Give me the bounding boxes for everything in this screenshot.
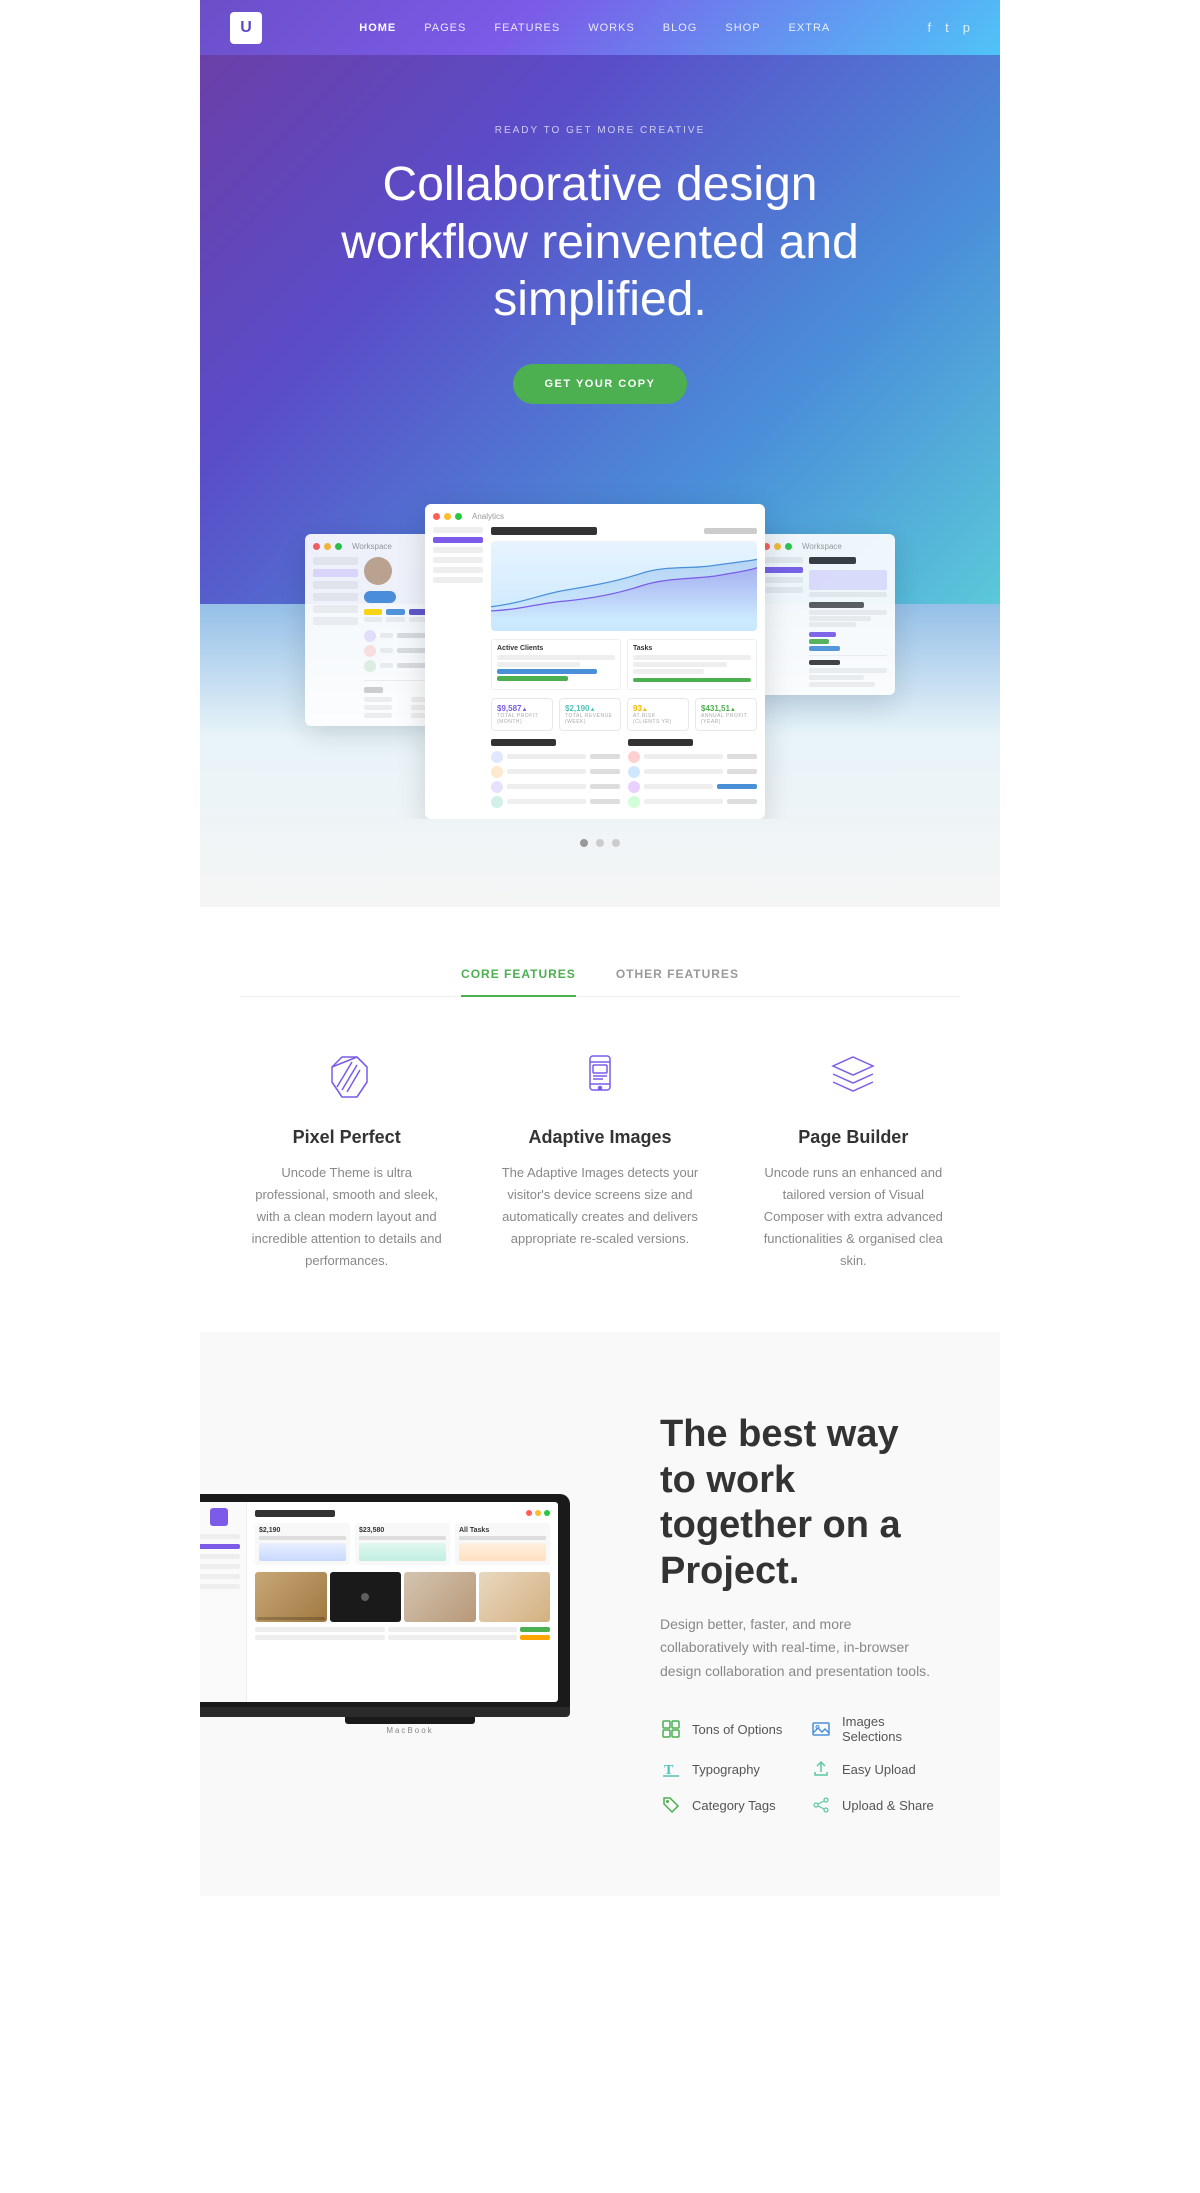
feature-label-upload-share: Upload & Share bbox=[842, 1798, 934, 1813]
upload-share-icon bbox=[810, 1794, 832, 1816]
feature-page-builder: Page Builder Uncode runs an enhanced and… bbox=[747, 1047, 960, 1272]
carousel-dot-2[interactable] bbox=[596, 839, 604, 847]
nav-link-works[interactable]: WORKS bbox=[588, 22, 635, 34]
laptop-section-desc: Design better, faster, and more collabor… bbox=[660, 1613, 940, 1684]
feature-label-category: Category Tags bbox=[692, 1798, 776, 1813]
nav-logo: U bbox=[230, 12, 262, 44]
adaptive-images-icon bbox=[570, 1047, 630, 1107]
carousel-dots bbox=[200, 819, 1000, 867]
tons-of-options-icon bbox=[660, 1718, 682, 1740]
screenshot-analytics: Analytics bbox=[425, 504, 765, 819]
screenshot-profile: Workspace bbox=[305, 534, 435, 726]
navigation: U HOME PAGES FEATURES WORKS BLOG SHOP EX… bbox=[200, 0, 1000, 55]
nav-link-extra[interactable]: EXTRA bbox=[789, 22, 831, 34]
carousel-dot-3[interactable] bbox=[612, 839, 620, 847]
hero-headline: Collaborative design workflow reinvented… bbox=[290, 156, 910, 329]
features-section: CORE FEATURES OTHER FEATURES Pixel Perfe… bbox=[200, 907, 1000, 1332]
twitter-icon[interactable]: t bbox=[945, 20, 949, 35]
feature-pixel-perfect: Pixel Perfect Uncode Theme is ultra prof… bbox=[240, 1047, 453, 1272]
laptop-brand-label: MacBook bbox=[200, 1726, 620, 1735]
feature-label-typography: Typography bbox=[692, 1762, 760, 1777]
tab-core-features[interactable]: CORE FEATURES bbox=[461, 957, 576, 997]
feature-desc-2: The Adaptive Images detects your visitor… bbox=[500, 1162, 700, 1250]
feature-list-item-images: Images Selections bbox=[810, 1714, 940, 1744]
tab-other-features[interactable]: OTHER FEATURES bbox=[616, 957, 739, 997]
hero-cta-button[interactable]: GET YOUR COPY bbox=[513, 364, 688, 404]
features-list: Tons of Options Images Selections T bbox=[660, 1714, 940, 1816]
typography-icon: T bbox=[660, 1758, 682, 1780]
screenshot-project: Workspace bbox=[755, 534, 895, 695]
laptop-mockup: $2,190 $23,580 All T bbox=[200, 1494, 620, 1735]
screenshots-wrapper: Workspace bbox=[200, 484, 1000, 819]
laptop-section: $2,190 $23,580 All T bbox=[200, 1332, 1000, 1896]
nav-links: HOME PAGES FEATURES WORKS BLOG SHOP EXTR… bbox=[359, 22, 830, 34]
facebook-icon[interactable]: f bbox=[928, 20, 932, 35]
feature-label-easy-upload: Easy Upload bbox=[842, 1762, 916, 1777]
feature-label-tons: Tons of Options bbox=[692, 1722, 782, 1737]
feature-list-item-typography: T Typography bbox=[660, 1758, 790, 1780]
nav-link-features[interactable]: FEATURES bbox=[494, 22, 560, 34]
hero-tag: READY TO GET MORE CREATIVE bbox=[240, 125, 960, 136]
feature-list-item-tons-of-options: Tons of Options bbox=[660, 1714, 790, 1744]
feature-title-2: Adaptive Images bbox=[493, 1127, 706, 1148]
easy-upload-icon bbox=[810, 1758, 832, 1780]
pinterest-icon[interactable]: p bbox=[963, 20, 970, 35]
category-tags-icon bbox=[660, 1794, 682, 1816]
feature-title-3: Page Builder bbox=[747, 1127, 960, 1148]
laptop-text-content: The best way to work together on a Proje… bbox=[620, 1392, 1000, 1836]
page-builder-icon bbox=[823, 1047, 883, 1107]
nav-link-shop[interactable]: SHOP bbox=[725, 22, 760, 34]
nav-link-pages[interactable]: PAGES bbox=[424, 22, 466, 34]
feature-title-1: Pixel Perfect bbox=[240, 1127, 453, 1148]
feature-desc-1: Uncode Theme is ultra professional, smoo… bbox=[247, 1162, 447, 1272]
feature-adaptive: Adaptive Images The Adaptive Images dete… bbox=[493, 1047, 706, 1272]
features-grid: Pixel Perfect Uncode Theme is ultra prof… bbox=[240, 1047, 960, 1272]
features-tabs: CORE FEATURES OTHER FEATURES bbox=[240, 957, 960, 997]
nav-social: f t p bbox=[928, 20, 970, 35]
feature-list-item-easy-upload: Easy Upload bbox=[810, 1758, 940, 1780]
laptop-section-headline: The best way to work together on a Proje… bbox=[660, 1412, 940, 1594]
images-selections-icon bbox=[810, 1718, 832, 1740]
nav-link-blog[interactable]: BLOG bbox=[663, 22, 698, 34]
feature-list-item-category: Category Tags bbox=[660, 1794, 790, 1816]
carousel-dot-1[interactable] bbox=[580, 839, 588, 847]
feature-label-images: Images Selections bbox=[842, 1714, 940, 1744]
pixel-perfect-icon bbox=[317, 1047, 377, 1107]
feature-list-item-upload-share: Upload & Share bbox=[810, 1794, 940, 1816]
screenshots-section: Workspace bbox=[200, 484, 1000, 907]
nav-link-home[interactable]: HOME bbox=[359, 22, 396, 34]
feature-desc-3: Uncode runs an enhanced and tailored ver… bbox=[753, 1162, 953, 1272]
